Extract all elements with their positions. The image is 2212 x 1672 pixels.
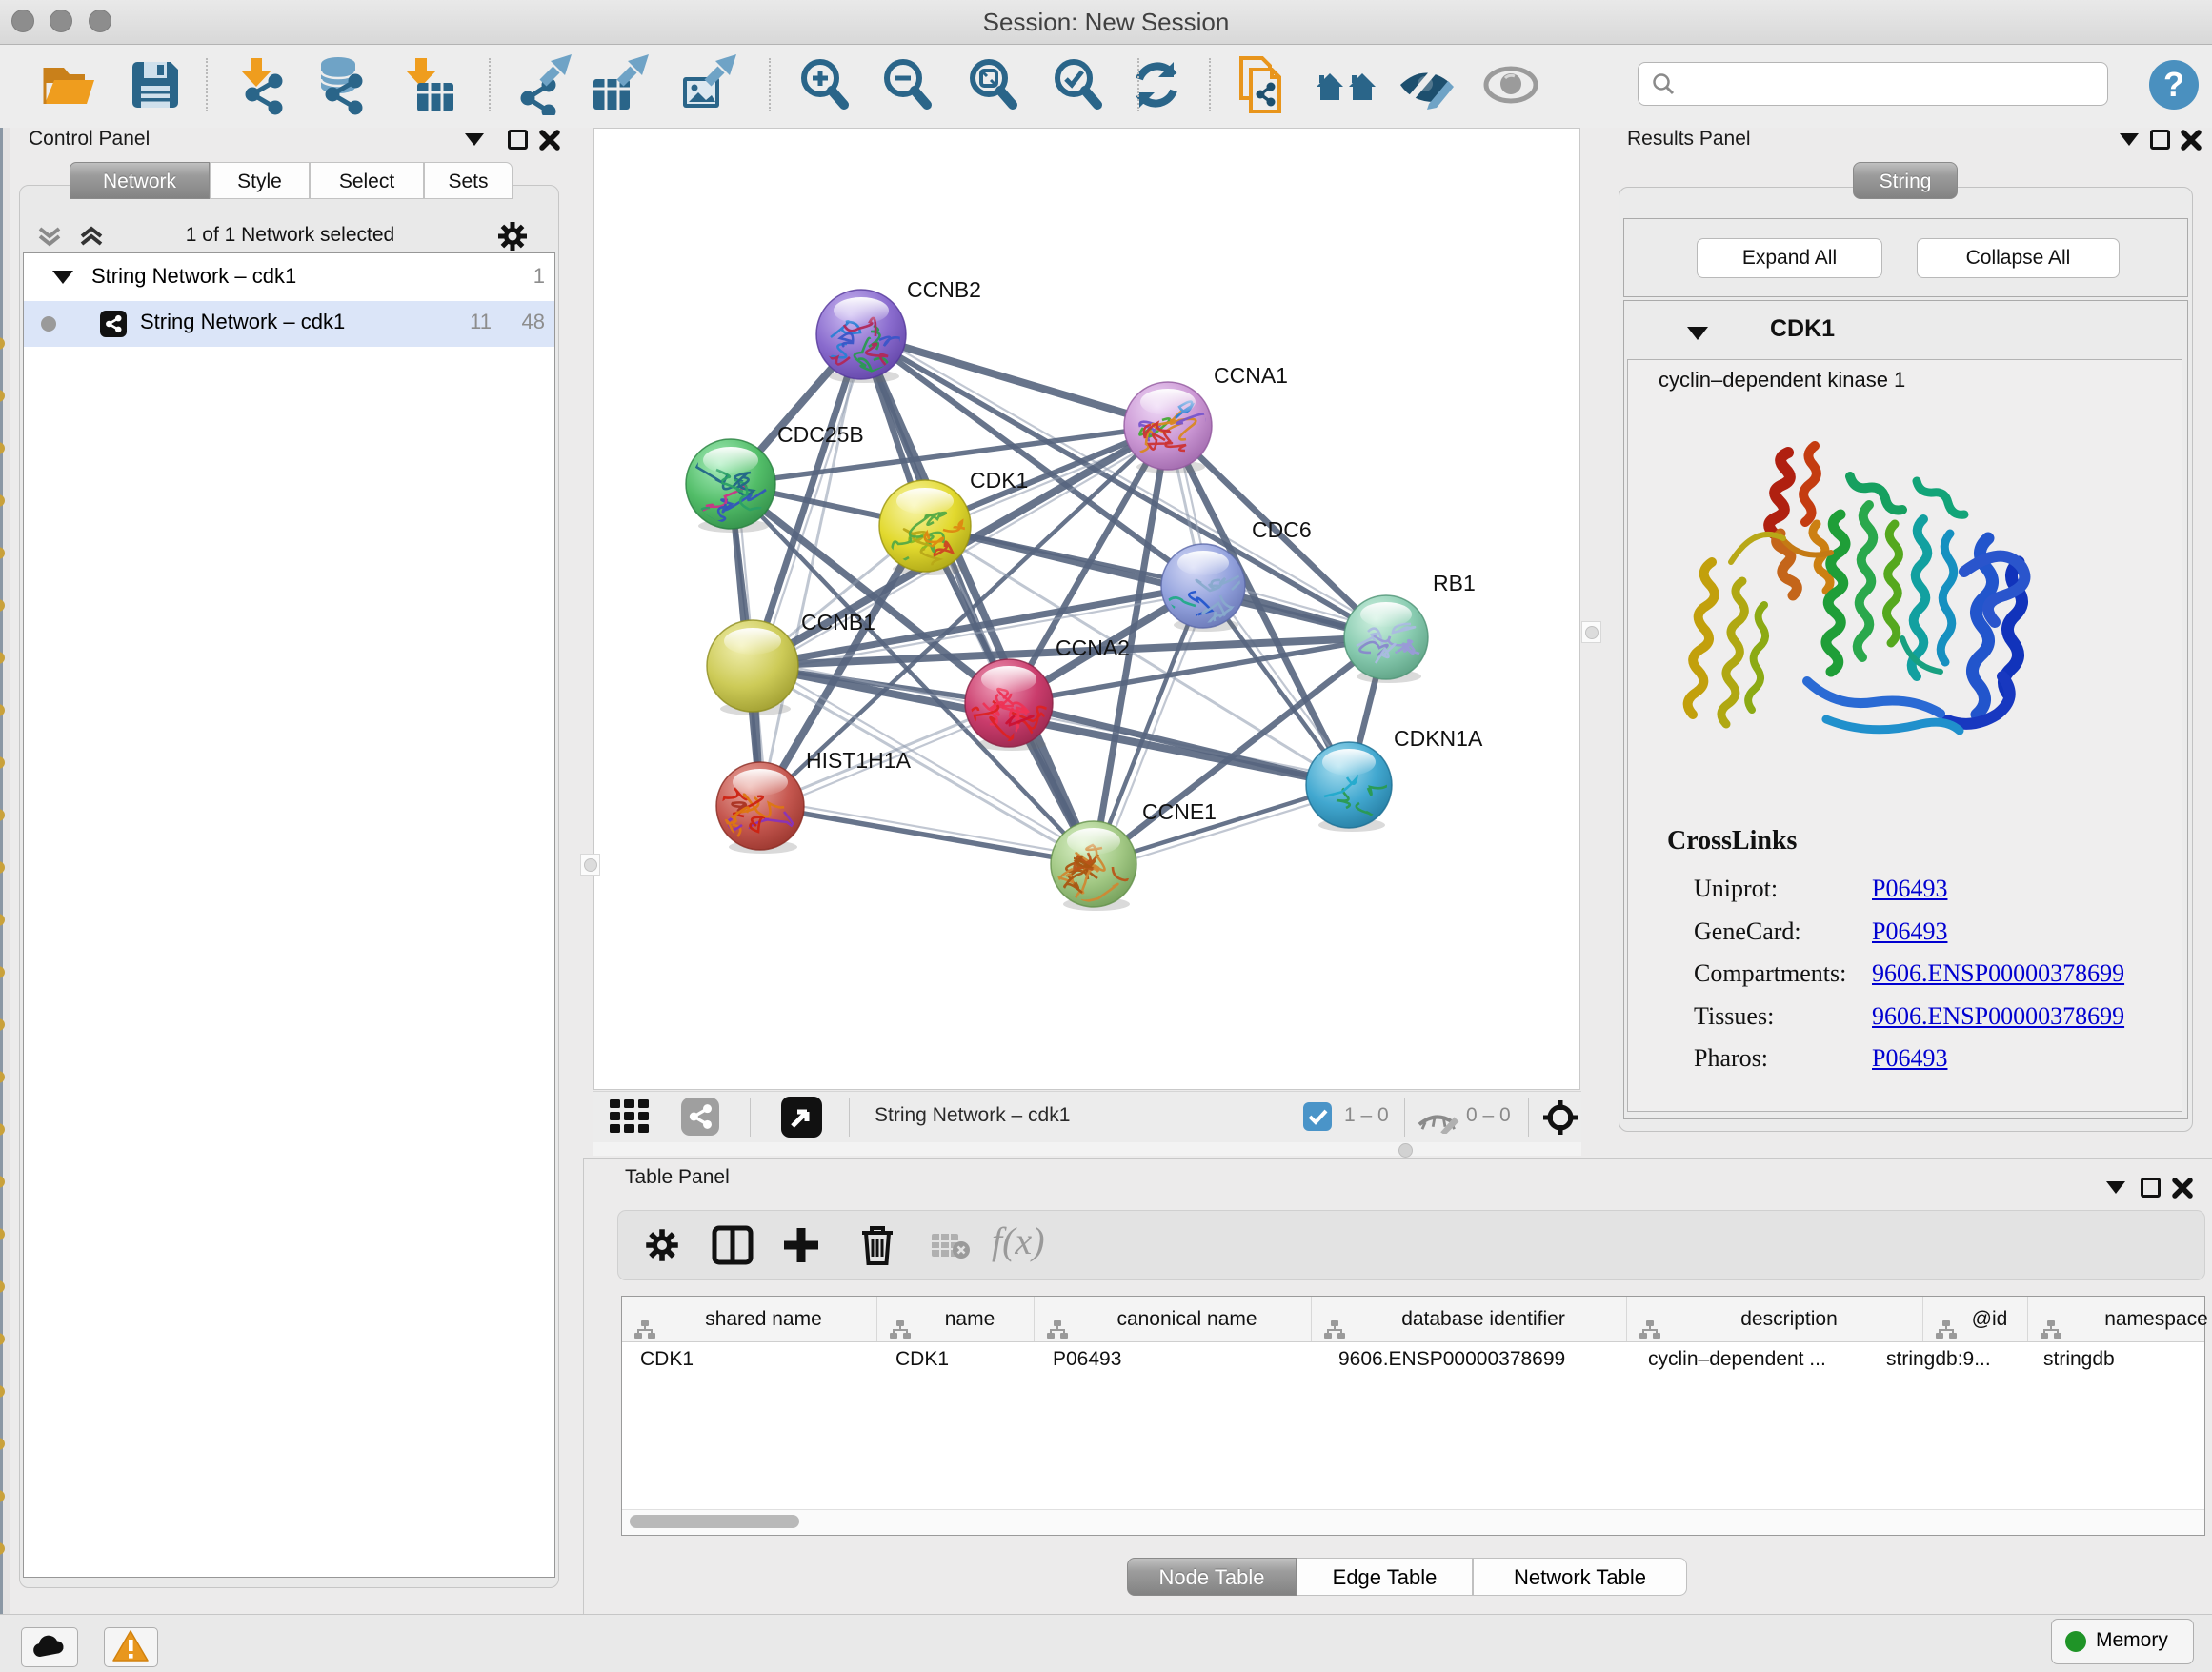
svg-text:CCNA1: CCNA1: [1214, 363, 1288, 388]
svg-text:CDKN1A: CDKN1A: [1394, 726, 1483, 751]
svg-text:CDK1: CDK1: [970, 468, 1028, 493]
svg-text:CCNA2: CCNA2: [1056, 635, 1130, 660]
svg-text:?: ?: [2163, 65, 2184, 104]
svg-text:CDC6: CDC6: [1252, 517, 1312, 542]
svg-text:CCNB2: CCNB2: [907, 277, 981, 302]
svg-text:HIST1H1A: HIST1H1A: [806, 748, 912, 773]
svg-text:CCNB1: CCNB1: [801, 610, 875, 635]
svg-text:RB1: RB1: [1433, 571, 1476, 595]
svg-text:CDC25B: CDC25B: [777, 422, 864, 447]
svg-text:CCNE1: CCNE1: [1142, 799, 1217, 824]
